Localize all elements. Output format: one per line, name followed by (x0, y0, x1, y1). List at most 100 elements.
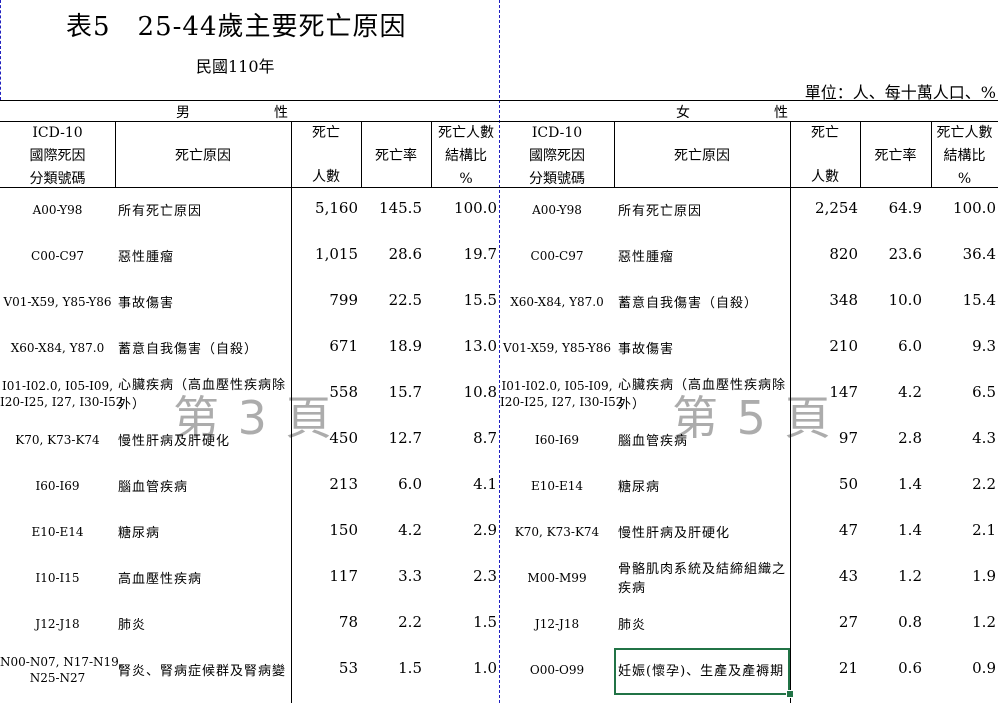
cause-name: 腎炎、腎病症候群及腎病變 (118, 662, 286, 681)
share-header-line: 死亡人數 (936, 125, 993, 141)
death-rate: 4.2 (898, 383, 922, 401)
page-watermark-left: 第 3 頁 (173, 391, 334, 445)
icd-header: ICD-10 國際死因 分類號碼 (0, 122, 115, 191)
cause-name-line: 惡性腫瘤 (618, 249, 675, 265)
death-share: 8.7 (473, 429, 497, 447)
death-share: 0.9 (972, 659, 996, 677)
cause-name-line: 事故傷害 (618, 341, 675, 357)
icd-code-line: C00-C97 (31, 249, 84, 263)
female-section-label: 女 性 (676, 105, 788, 121)
death-share: 100.0 (953, 199, 996, 217)
icd-code-line: I01-I02.0, I05-I09, (1, 379, 114, 393)
icd-code: N00-N07, N17-N19, N25-N27 (0, 654, 123, 686)
page-title: 表5 25-44歲主要死亡原因 (66, 12, 407, 42)
icd-code: I01-I02.0, I05-I09, I20-I25, I27, I30-I52 (0, 378, 124, 410)
icd-code: K70, K73-K74 (0, 432, 115, 448)
cause-name: 所有死亡原因 (618, 202, 702, 221)
cause-name: 所有死亡原因 (118, 202, 202, 221)
death-rate: 6.0 (898, 337, 922, 355)
death-rate: 4.2 (398, 521, 422, 539)
cause-name-line: 腦血管疾病 (118, 479, 189, 495)
icd-code-line: I01-I02.0, I05-I09, (501, 379, 613, 393)
icd-code: A00-Y98 (0, 202, 115, 218)
cause-name-line: 糖尿病 (618, 479, 661, 495)
death-count: 43 (838, 567, 858, 585)
death-count: 5,160 (315, 199, 358, 217)
icd-code-line: J12-J18 (534, 617, 580, 631)
cause-name-line: 事故傷害 (118, 295, 175, 311)
cause-name-line: 蓄意自我傷害（自殺） (118, 341, 259, 357)
death-rate: 0.8 (898, 613, 922, 631)
icd-header-line: ICD-10 (32, 125, 83, 141)
icd-code-line: X60-X84, Y87.0 (510, 295, 604, 309)
icd-code: A00-Y98 (500, 202, 614, 218)
share-header-line: 結構比 (943, 148, 986, 164)
share-header-line: % (957, 171, 972, 187)
table-top-border (0, 100, 998, 101)
cause-name: 慢性肝病及肝硬化 (618, 524, 730, 543)
death-count: 53 (338, 659, 358, 677)
death-rate: 0.6 (898, 659, 922, 677)
death-rate: 10.0 (888, 291, 922, 309)
death-rate: 15.7 (388, 383, 422, 401)
icd-code: J12-J18 (0, 616, 115, 632)
cause-name: 事故傷害 (118, 294, 174, 313)
icd-code: I60-I69 (0, 478, 115, 494)
cause-name: 蓄意自我傷害（自殺） (118, 340, 258, 359)
death-share: 1.5 (473, 613, 497, 631)
icd-code: V01-X59, Y85-Y86 (500, 340, 614, 356)
icd-header-line: 國際死因 (29, 148, 86, 164)
share-header-line: 死亡人數 (438, 125, 494, 141)
death-share: 2.1 (972, 521, 996, 539)
death-share: 15.5 (463, 291, 497, 309)
share-header-line: 結構比 (445, 148, 487, 164)
icd-code-line: N25-N27 (29, 671, 86, 685)
icd-code-line: I10-I15 (35, 571, 80, 585)
icd-code-line: M00-M99 (527, 571, 587, 585)
cause-name: 蓄意自我傷害（自殺） (618, 294, 758, 313)
deaths-header-line: 人數 (312, 169, 340, 185)
cause-header: 死亡原因 (674, 148, 730, 164)
icd-code-line: I20-I25, I27, I30-I52 (0, 395, 124, 409)
icd-code-line: J12-J18 (35, 617, 80, 631)
share-header: 死亡人數 結構比 % (431, 122, 501, 191)
share-header: 死亡人數 結構比 % (931, 122, 998, 191)
death-share: 2.9 (473, 521, 497, 539)
death-share: 1.9 (972, 567, 996, 585)
cause-name-line: 蓄意自我傷害（自殺） (618, 295, 759, 311)
death-rate: 1.5 (398, 659, 422, 677)
death-share: 19.7 (463, 245, 497, 263)
icd-code-line: N00-N07, N17-N19, (0, 655, 123, 669)
death-share: 13.0 (463, 337, 497, 355)
death-rate: 2.2 (398, 613, 422, 631)
rate-header: 死亡率 (375, 148, 417, 164)
icd-code-line: V01-X59, Y85-Y86 (502, 341, 612, 355)
cause-name-line: 所有死亡原因 (618, 203, 703, 219)
cause-name-line: 糖尿病 (118, 525, 161, 541)
death-share: 1.0 (473, 659, 497, 677)
cause-name-line: 高血壓性疾病 (118, 571, 203, 587)
death-rate: 28.6 (388, 245, 422, 263)
cause-name-line: 肺炎 (118, 617, 147, 633)
fill-handle[interactable] (786, 690, 794, 698)
deaths-header-line: 死亡 (811, 125, 839, 141)
page-subtitle: 民國110年 (196, 57, 275, 76)
cause-header: 死亡原因 (175, 148, 231, 164)
death-rate: 64.9 (888, 199, 922, 217)
death-count: 47 (838, 521, 858, 539)
death-share: 2.3 (473, 567, 497, 585)
icd-header-line: 分類號碼 (529, 171, 585, 187)
icd-code: E10-E14 (0, 524, 115, 540)
selected-cell[interactable] (614, 648, 790, 695)
rate-header: 死亡率 (874, 148, 917, 164)
icd-code: X60-X84, Y87.0 (0, 340, 115, 356)
page-break-line-left (0, 0, 1, 100)
icd-code-line: E10-E14 (31, 525, 84, 539)
death-share: 2.2 (972, 475, 996, 493)
icd-header: ICD-10 國際死因 分類號碼 (500, 122, 614, 191)
death-share: 4.1 (473, 475, 497, 493)
death-count: 150 (329, 521, 358, 539)
icd-code: O00-O99 (500, 662, 614, 678)
icd-code-line: I60-I69 (534, 433, 580, 447)
death-share: 1.2 (972, 613, 996, 631)
